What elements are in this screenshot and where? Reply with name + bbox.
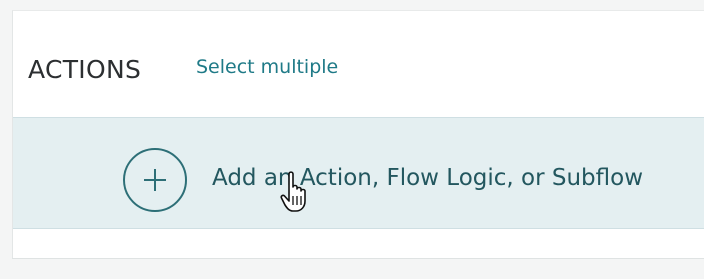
select-multiple-link[interactable]: Select multiple bbox=[196, 54, 338, 80]
actions-list-empty bbox=[13, 229, 704, 259]
add-action-button[interactable]: Add an Action, Flow Logic, or Subflow bbox=[13, 117, 704, 229]
plus-circle-icon[interactable] bbox=[123, 148, 187, 212]
divider bbox=[12, 258, 704, 259]
actions-panel: ACTIONS Select multiple Add an Action, F… bbox=[12, 10, 704, 259]
actions-title: ACTIONS bbox=[28, 55, 142, 84]
add-action-label[interactable]: Add an Action, Flow Logic, or Subflow bbox=[212, 163, 643, 193]
actions-header: ACTIONS Select multiple bbox=[13, 11, 704, 117]
